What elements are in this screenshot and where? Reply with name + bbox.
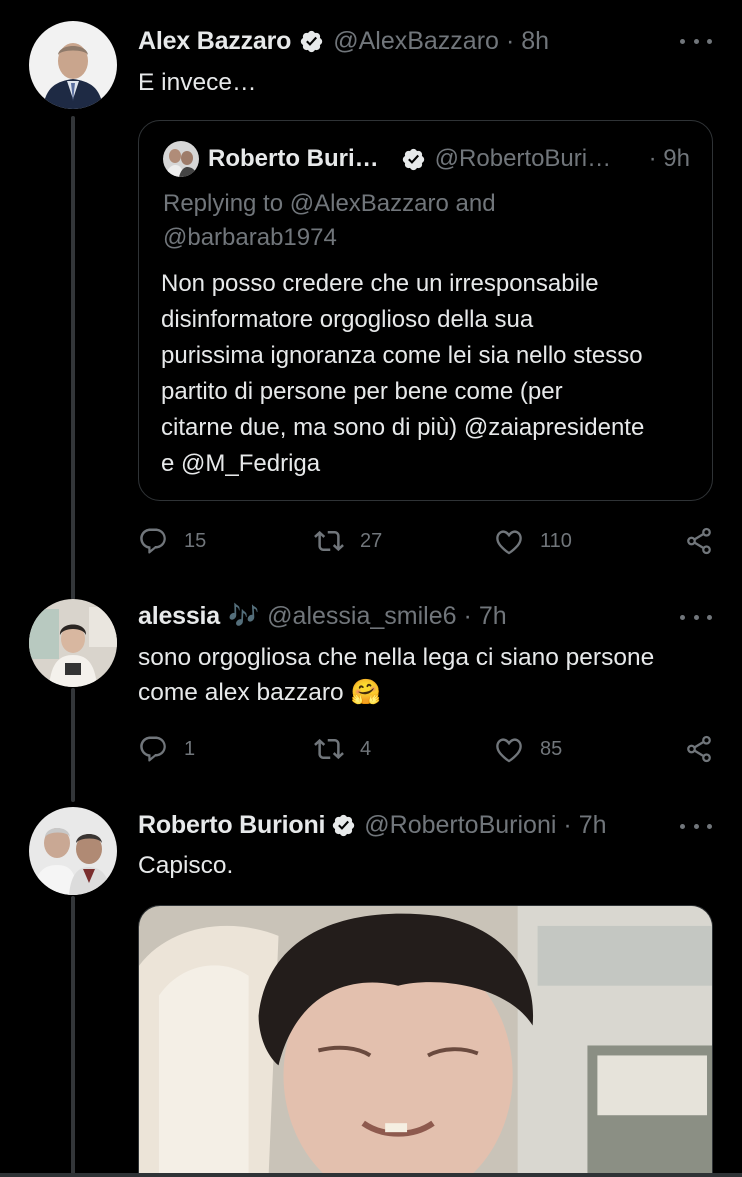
bottom-divider <box>0 1173 742 1177</box>
quoted-tweet-header: Roberto Buri… @RobertoBuri… <box>163 141 611 177</box>
reply-icon <box>140 528 166 554</box>
like-button[interactable]: 85 <box>494 729 562 769</box>
like-count: 110 <box>540 529 572 552</box>
replying-to-line: @barbarab1974 <box>163 224 337 251</box>
text-line: e @M_Fedriga <box>161 450 321 477</box>
text-line: partito di persone per bene come (per <box>161 378 563 405</box>
tweet-media-photo[interactable] <box>138 905 713 1177</box>
share-icon <box>687 735 711 763</box>
thread-connector <box>71 688 75 802</box>
tweet-text: E invece… <box>138 69 257 96</box>
tweet-text: sono orgogliosa che nella lega ci siano … <box>138 640 698 710</box>
like-button[interactable]: 110 <box>494 521 572 561</box>
tweet-text: Capisco. <box>138 852 234 879</box>
tweet-header: Roberto Burioni @RobertoBurioni · 7h <box>138 808 607 842</box>
share-button[interactable] <box>684 729 714 769</box>
verified-badge-icon <box>301 30 323 52</box>
text-line: disinformatore orgoglioso della sua <box>161 306 534 333</box>
tweet-header: Alex Bazzaro @AlexBazzaro · 8h <box>138 24 549 58</box>
quoted-tweet[interactable]: Roberto Buri… @RobertoBuri… · 9h Replyin… <box>138 120 713 501</box>
more-icon[interactable] <box>680 31 712 51</box>
quoted-tweet-time: · 9h <box>648 145 690 172</box>
text-line: Non posso credere che un irresponsabile <box>161 270 599 297</box>
author-handle[interactable]: @RobertoBurioni <box>364 811 556 840</box>
author-handle[interactable]: @AlexBazzaro <box>333 27 499 56</box>
tweet-time[interactable]: 7h <box>579 811 607 840</box>
retweet-button[interactable]: 4 <box>314 729 371 769</box>
separator-dot: · <box>505 26 515 55</box>
avatar-alex-bazzaro[interactable] <box>29 21 117 109</box>
author-handle[interactable]: @alessia_smile6 <box>267 602 456 631</box>
tweet-actions: 15 27 110 <box>138 521 714 561</box>
thread-connector <box>71 896 75 1177</box>
tweet-time[interactable]: 8h <box>521 27 549 56</box>
retweet-button[interactable]: 27 <box>314 521 382 561</box>
tweet-actions: 1 4 85 <box>138 729 714 769</box>
text-line: come alex bazzaro 🤗 <box>138 675 698 710</box>
text-line: citarne due, ma sono di più) @zaiapresid… <box>161 414 645 441</box>
avatar-roberto-burioni[interactable] <box>29 807 117 895</box>
quoted-avatar <box>163 141 199 177</box>
hugging-face-emoji: 🤗 <box>350 679 381 706</box>
share-button[interactable] <box>684 521 714 561</box>
reply-count: 15 <box>184 529 207 552</box>
text-line: purissima ignoranza come lei sia nello s… <box>161 342 643 369</box>
thread-connector <box>71 116 75 600</box>
reply-icon <box>140 736 166 762</box>
author-name[interactable]: alessia <box>138 602 220 631</box>
separator-dot: · <box>463 601 472 630</box>
retweet-count: 27 <box>360 529 383 552</box>
quoted-author-handle: @RobertoBuri… <box>434 145 612 172</box>
author-name[interactable]: Alex Bazzaro <box>138 27 291 56</box>
replying-to: Replying to @AlexBazzaro and @barbarab19… <box>163 187 683 255</box>
text-line-content: come alex bazzaro <box>138 679 344 706</box>
more-icon[interactable] <box>680 816 712 836</box>
separator-dot: · <box>563 810 572 839</box>
replying-to-line: Replying to @AlexBazzaro and <box>163 190 496 217</box>
retweet-count: 4 <box>360 737 372 760</box>
quoted-author-name: Roberto Buri… <box>208 145 379 172</box>
avatar-alessia[interactable] <box>29 599 117 687</box>
share-icon <box>687 527 711 555</box>
like-icon <box>496 738 522 763</box>
retweet-icon <box>314 530 344 552</box>
reply-button[interactable]: 15 <box>138 521 206 561</box>
reply-count: 1 <box>184 737 196 760</box>
tweet-header: alessia 🎶 @alessia_smile6 · 7h <box>138 599 507 633</box>
retweet-icon <box>314 738 344 760</box>
like-count: 85 <box>540 737 563 760</box>
tweet-time[interactable]: 7h <box>479 602 507 631</box>
music-notes-emoji: 🎶 <box>228 601 260 630</box>
author-name[interactable]: Roberto Burioni <box>138 811 325 840</box>
verified-badge-icon <box>333 814 355 836</box>
verified-badge-icon <box>402 148 424 170</box>
like-icon <box>496 530 522 555</box>
quoted-tweet-text: Non posso credere che un irresponsabile … <box>161 266 701 482</box>
text-line: sono orgogliosa che nella lega ci siano … <box>138 644 655 671</box>
more-icon[interactable] <box>680 607 712 627</box>
reply-button[interactable]: 1 <box>138 729 195 769</box>
